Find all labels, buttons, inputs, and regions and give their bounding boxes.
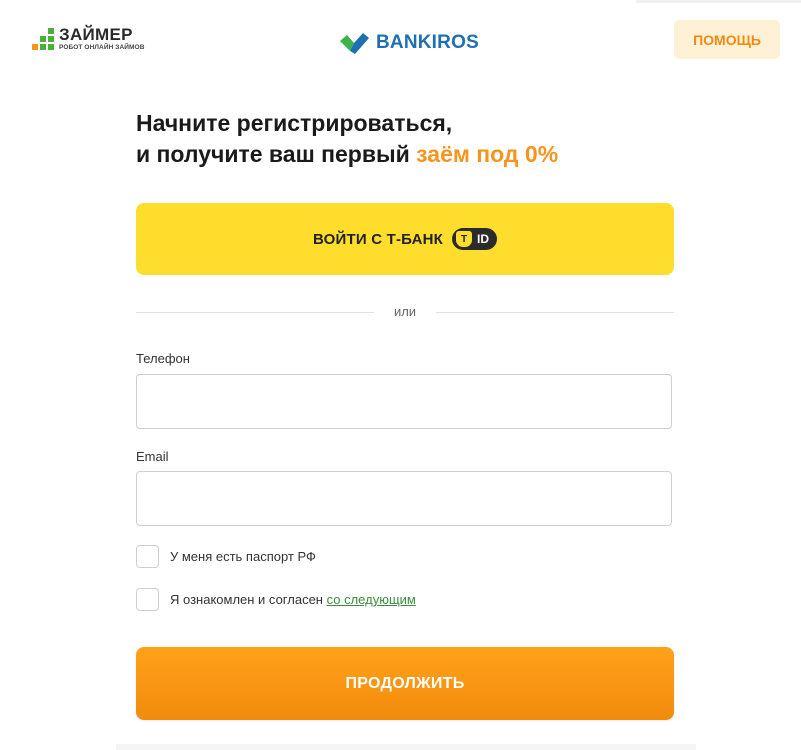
passport-checkbox-label: У меня есть паспорт РФ: [170, 549, 316, 564]
registration-page: ЗАЙМЕР РОБОТ ОНЛАЙН ЗАЙМОВ BANKIROS ПОМО…: [0, 0, 801, 750]
phone-label: Телефон: [136, 351, 190, 366]
email-field-box: [136, 471, 672, 526]
tbank-login-button[interactable]: ВОЙТИ С Т-БАНК Т ID: [136, 203, 674, 275]
t-id-badge: Т ID: [452, 228, 497, 250]
zaimer-tagline: РОБОТ ОНЛАЙН ЗАЙМОВ: [59, 44, 145, 51]
title-line-2: и получите ваш первый заём под 0%: [136, 139, 676, 170]
divider-line-right: [436, 312, 674, 313]
title-line-1: Начните регистрироваться,: [136, 110, 453, 136]
t-id-text: ID: [477, 232, 489, 246]
phone-field-box: [136, 374, 672, 429]
zaimer-squares-icon: [32, 28, 54, 50]
email-label: Email: [136, 449, 169, 464]
bankiros-check-icon: [340, 33, 369, 54]
t-shield-icon: Т: [456, 231, 472, 247]
bankiros-name: BANKIROS: [376, 32, 479, 53]
agree-checkbox[interactable]: [136, 588, 159, 611]
title-line-2-text: и получите ваш первый: [136, 141, 417, 167]
tbank-login-label: ВОЙТИ С Т-БАНК: [312, 230, 443, 248]
email-input[interactable]: [137, 472, 671, 525]
zaimer-logo[interactable]: ЗАЙМЕР РОБОТ ОНЛАЙН ЗАЙМОВ: [32, 26, 145, 52]
page-title: Начните регистрироваться, и получите ваш…: [136, 108, 676, 170]
title-accent: заём под 0%: [416, 141, 559, 167]
phone-input[interactable]: [137, 375, 671, 428]
passport-checkbox[interactable]: [136, 545, 159, 568]
zaimer-wordmark: ЗАЙМЕР РОБОТ ОНЛАЙН ЗАЙМОВ: [59, 26, 145, 52]
bankiros-logo[interactable]: BANKIROS: [338, 31, 479, 55]
passport-checkbox-row: У меня есть паспорт РФ: [136, 545, 316, 568]
agree-terms-link[interactable]: со следующим: [327, 592, 416, 607]
agree-text: Я ознакомлен и согласен: [170, 592, 327, 607]
continue-button[interactable]: ПРОДОЛЖИТЬ: [136, 647, 674, 720]
top-edge-shadow: [636, 0, 801, 3]
bottom-edge-shadow: [116, 744, 696, 750]
agree-checkbox-row: Я ознакомлен и согласен со следующим: [136, 588, 416, 611]
or-divider: или: [136, 300, 674, 324]
agree-checkbox-label: Я ознакомлен и согласен со следующим: [170, 592, 416, 607]
zaimer-name: ЗАЙМЕР: [59, 25, 133, 44]
help-button[interactable]: ПОМОЩЬ: [674, 20, 780, 59]
